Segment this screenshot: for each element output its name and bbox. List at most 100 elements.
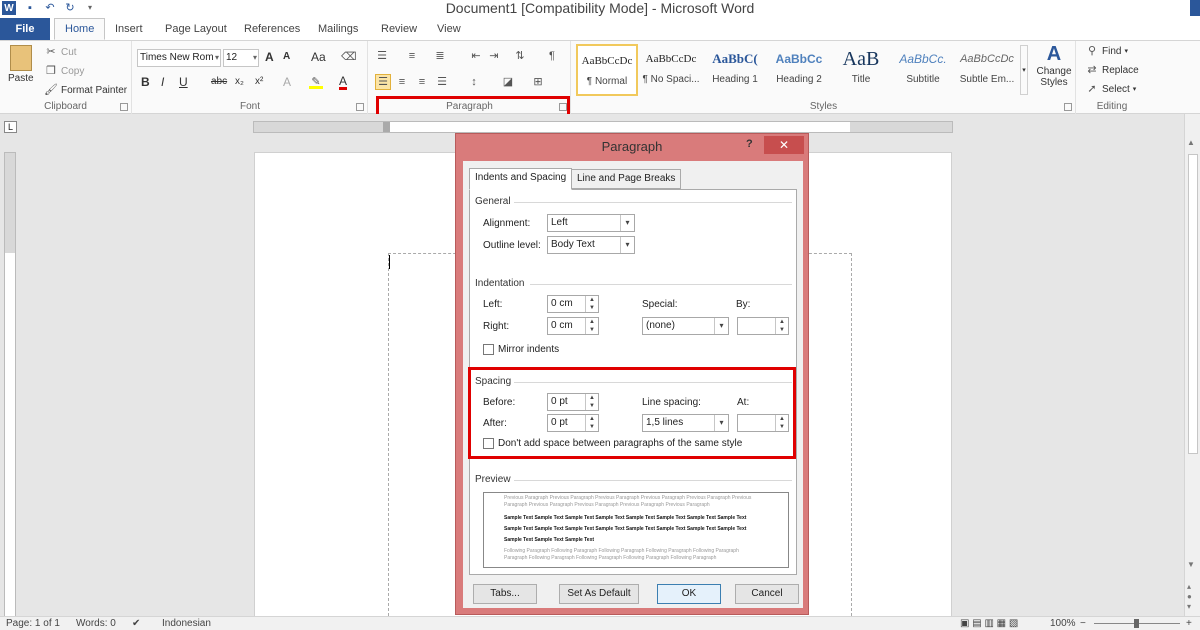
special-select[interactable]: (none) ▾ — [642, 317, 729, 335]
language[interactable]: Indonesian — [162, 618, 211, 629]
style-subtitle[interactable]: AaBbCc. Subtitle — [892, 44, 954, 96]
by-input[interactable]: ▲ ▼ — [737, 317, 789, 335]
tab-view[interactable]: View — [437, 18, 461, 40]
borders-button[interactable]: ⊞ — [531, 75, 545, 89]
justify-button[interactable]: ☰ — [435, 75, 449, 89]
font-launcher[interactable] — [356, 103, 364, 111]
indent-left-input[interactable]: 0 cm ▲ ▼ — [547, 295, 599, 313]
line-spacing-button[interactable]: ↕ — [467, 75, 481, 89]
find-button[interactable]: ⚲ Find ▾ — [1085, 44, 1128, 58]
format-painter-button[interactable]: 🖌 Format Painter — [44, 83, 127, 97]
tab-indents-and-spacing[interactable]: Indents and Spacing — [469, 168, 573, 190]
style-title[interactable]: AaB Title — [830, 44, 892, 96]
tab-selector[interactable]: L — [4, 121, 17, 133]
shrink-font-button[interactable]: A — [283, 51, 290, 62]
styles-launcher[interactable] — [1064, 103, 1072, 111]
indent-left-label: Left: — [483, 299, 503, 310]
tab-page-layout[interactable]: Page Layout — [165, 18, 227, 40]
next-page-icon[interactable]: ▾ — [1187, 602, 1191, 611]
vertical-scrollbar[interactable]: ▲ ▼ ▴ ● ▾ — [1184, 114, 1200, 616]
clipboard-launcher[interactable] — [120, 103, 128, 111]
brush-icon: 🖌 — [44, 84, 58, 96]
scroll-thumb[interactable] — [1188, 154, 1198, 454]
word-count[interactable]: Words: 0 — [76, 618, 116, 629]
help-icon[interactable]: ? — [746, 138, 753, 150]
font-size-combo[interactable]: 12 ▾ — [223, 49, 259, 67]
change-styles-button[interactable]: A Change Styles — [1034, 43, 1074, 88]
horizontal-ruler[interactable] — [253, 121, 953, 133]
alignment-select[interactable]: Left ▾ — [547, 214, 635, 232]
text-effects-button[interactable]: A — [283, 75, 291, 89]
align-right-button[interactable]: ≡ — [415, 75, 429, 89]
subscript-button[interactable]: x₂ — [235, 76, 244, 87]
indent-right-input[interactable]: 0 cm ▲ ▼ — [547, 317, 599, 335]
show-marks-button[interactable]: ¶ — [545, 49, 559, 63]
copy-button[interactable]: ❐ Copy — [44, 64, 84, 78]
shading-button[interactable]: ◪ — [501, 75, 515, 89]
window-controls[interactable] — [1190, 0, 1200, 16]
tab-line-and-page-breaks[interactable]: Line and Page Breaks — [571, 169, 682, 189]
styles-group-label: Styles — [809, 101, 838, 112]
bold-button[interactable]: B — [141, 75, 150, 89]
superscript-button[interactable]: x² — [255, 76, 263, 87]
font-name-combo[interactable]: Times New Rom ▾ — [137, 49, 221, 67]
view-buttons[interactable]: ▣ ▤ ▥ ▦ ▧ — [960, 618, 1018, 629]
align-left-button[interactable]: ☰ — [375, 74, 391, 90]
zoom-out-icon[interactable]: − — [1080, 618, 1086, 629]
prev-page-icon[interactable]: ▴ — [1187, 582, 1191, 591]
chevron-down-icon: ▾ — [1132, 86, 1137, 93]
mirror-indents-label: Mirror indents — [498, 344, 560, 355]
italic-button[interactable]: I — [161, 75, 164, 89]
spinner-icon[interactable]: ▲ ▼ — [585, 296, 598, 312]
mirror-indents-checkbox[interactable] — [483, 344, 494, 355]
align-center-button[interactable]: ≡ — [395, 75, 409, 89]
indent-marker-icon[interactable] — [383, 122, 390, 132]
style-no-spacing[interactable]: AaBbCcDc ¶ No Spaci... — [640, 44, 702, 96]
tab-insert[interactable]: Insert — [115, 18, 143, 40]
outline-level-select[interactable]: Body Text ▾ — [547, 236, 635, 254]
style-subtle-emphasis[interactable]: AaBbCcDc Subtle Em... — [956, 44, 1018, 96]
select-button[interactable]: ➚ Select ▾ — [1085, 82, 1136, 96]
zoom-level[interactable]: 100% — [1050, 618, 1076, 629]
cut-button[interactable]: ✂ Cut — [44, 45, 76, 59]
styles-scroll[interactable]: ▾ — [1020, 45, 1028, 95]
tabs-button[interactable]: Tabs... — [473, 584, 537, 604]
underline-button[interactable]: U — [179, 75, 188, 89]
tab-home[interactable]: Home — [54, 18, 106, 40]
increase-indent-button[interactable]: ⇥ — [487, 49, 501, 63]
zoom-slider-thumb[interactable] — [1134, 619, 1139, 628]
cancel-button[interactable]: Cancel — [735, 584, 799, 604]
clear-format-button[interactable]: ⌫ — [341, 50, 357, 64]
style-heading-1[interactable]: AaBbC( Heading 1 — [704, 44, 766, 96]
style-normal[interactable]: AaBbCcDc ¶ Normal — [576, 44, 638, 96]
tab-references[interactable]: References — [244, 18, 300, 40]
change-case-button[interactable]: Aa — [311, 50, 326, 64]
bullets-button[interactable]: ☰ — [375, 49, 389, 63]
tab-mailings[interactable]: Mailings — [318, 18, 358, 40]
ok-button[interactable]: OK — [657, 584, 721, 604]
style-heading-2[interactable]: AaBbCc Heading 2 — [768, 44, 830, 96]
zoom-in-icon[interactable]: + — [1186, 618, 1192, 629]
replace-button[interactable]: ⇄ Replace — [1085, 63, 1138, 77]
set-as-default-button[interactable]: Set As Default — [559, 584, 639, 604]
strikethrough-button[interactable]: abc — [211, 76, 227, 87]
scroll-down-icon[interactable]: ▼ — [1187, 560, 1195, 569]
grow-font-button[interactable]: A — [265, 50, 274, 64]
vertical-ruler[interactable] — [4, 152, 16, 622]
tab-review[interactable]: Review — [381, 18, 417, 40]
multilevel-list-button[interactable]: ≣ — [433, 49, 447, 63]
highlight-button[interactable]: ✎ — [309, 75, 323, 89]
select-browse-icon[interactable]: ● — [1187, 592, 1192, 601]
numbering-button[interactable]: ≡ — [405, 49, 419, 63]
tab-file[interactable]: File — [0, 18, 50, 40]
close-icon[interactable]: ✕ — [764, 136, 804, 154]
proofing-icon[interactable]: ✔ — [132, 618, 140, 629]
decrease-indent-button[interactable]: ⇤ — [469, 49, 483, 63]
scroll-up-icon[interactable]: ▲ — [1187, 138, 1195, 147]
font-color-button[interactable]: A — [339, 75, 348, 90]
page-count[interactable]: Page: 1 of 1 — [6, 618, 60, 629]
paste-button[interactable]: Paste — [8, 45, 34, 84]
spinner-icon[interactable]: ▲ ▼ — [585, 318, 598, 334]
sort-button[interactable]: ⇅ — [513, 49, 527, 63]
spinner-icon[interactable]: ▲ ▼ — [775, 318, 788, 334]
